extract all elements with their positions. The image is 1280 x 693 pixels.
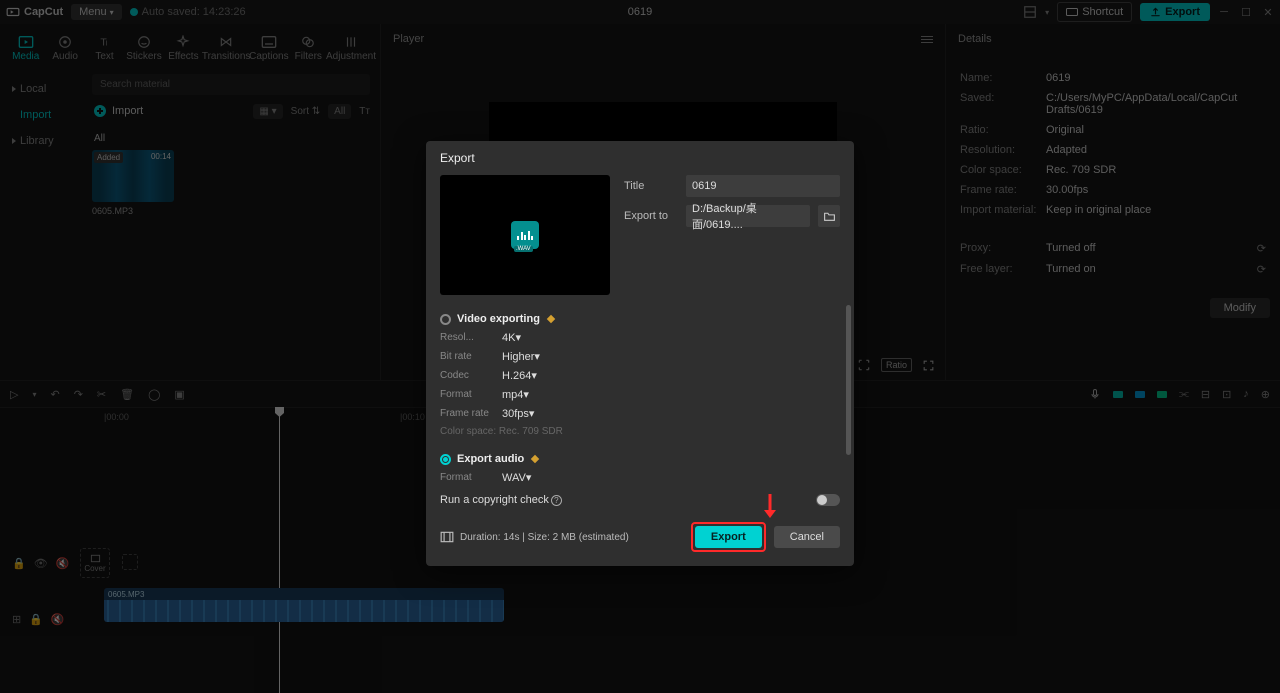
browse-folder-button[interactable] (818, 205, 840, 227)
chevron-down-icon: ▾ (523, 389, 529, 401)
premium-icon (531, 455, 539, 463)
chevron-down-icon: ▾ (526, 472, 532, 484)
export-path: D:/Backup/桌面/0619.... (686, 205, 810, 227)
export-dialog: Export .WAV Title Export to D:/Backup/桌面… (426, 141, 854, 566)
highlight-annotation: Export (691, 522, 766, 552)
colorspace-text: Color space: Rec. 709 SDR (440, 426, 563, 437)
scrollbar[interactable] (846, 305, 851, 455)
annotation-arrow (762, 492, 778, 520)
audio-format-select[interactable]: WAV▾ (502, 471, 531, 484)
chevron-down-icon: ▾ (515, 332, 521, 344)
info-icon[interactable]: ? (551, 495, 562, 506)
folder-icon (823, 211, 836, 222)
chevron-down-icon: ▾ (529, 408, 535, 420)
chevron-down-icon: ▾ (534, 351, 540, 363)
title-input[interactable] (686, 175, 840, 197)
chevron-down-icon: ▾ (531, 370, 537, 382)
resolution-select: 4K▾ (502, 331, 521, 344)
radio-off-icon[interactable] (440, 314, 451, 325)
dialog-title: Export (426, 141, 854, 175)
copyright-label: Run a copyright check? (440, 494, 562, 506)
radio-on-icon[interactable] (440, 454, 451, 465)
copyright-toggle[interactable] (816, 494, 840, 506)
video-format-select: mp4▾ (502, 388, 529, 401)
film-icon (440, 531, 454, 543)
bitrate-select: Higher▾ (502, 350, 540, 363)
export-info: Duration: 14s | Size: 2 MB (estimated) (440, 531, 629, 543)
export-preview: .WAV (440, 175, 610, 295)
cancel-button[interactable]: Cancel (774, 526, 840, 548)
wav-file-icon: .WAV (511, 221, 539, 249)
framerate-select: 30fps▾ (502, 407, 534, 420)
audio-export-section[interactable]: Export audio (440, 453, 840, 465)
video-export-section[interactable]: Video exporting (440, 313, 840, 325)
export-confirm-button[interactable]: Export (695, 526, 762, 548)
codec-select: H.264▾ (502, 369, 537, 382)
premium-icon (547, 315, 555, 323)
